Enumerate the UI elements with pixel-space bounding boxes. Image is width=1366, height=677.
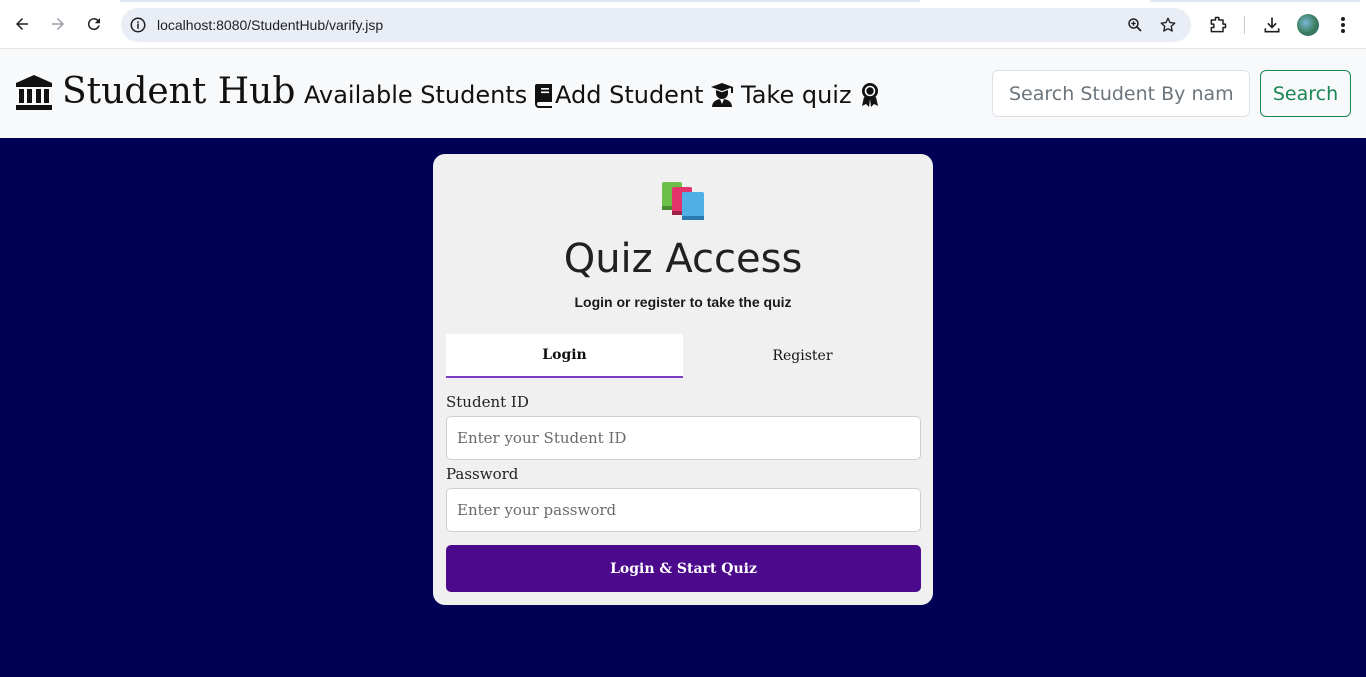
login-start-quiz-button[interactable]: Login & Start Quiz: [446, 545, 921, 592]
tab-register[interactable]: Register: [684, 334, 921, 378]
password-field[interactable]: [446, 488, 921, 532]
tab-login[interactable]: Login: [446, 334, 683, 378]
download-icon[interactable]: [1262, 15, 1282, 35]
bookmark-star-icon[interactable]: [1159, 16, 1177, 34]
nav-link-label: Take quiz: [741, 81, 852, 109]
browser-toolbar: localhost:8080/StudentHub/varify.jsp: [0, 0, 1366, 49]
url-text[interactable]: localhost:8080/StudentHub/varify.jsp: [157, 17, 383, 33]
tab-strip-edge: [1150, 0, 1360, 2]
password-label: Password: [446, 465, 519, 483]
zoom-icon[interactable]: [1126, 16, 1144, 34]
auth-tabs: Login Register: [446, 334, 921, 378]
extensions-icon[interactable]: [1208, 15, 1228, 35]
books-icon: [662, 182, 704, 220]
nav-link-label: Available Students: [304, 81, 528, 109]
award-icon: [861, 83, 878, 107]
kebab-menu-icon[interactable]: [1336, 15, 1350, 35]
card-title: Quiz Access: [563, 236, 803, 282]
search-input[interactable]: [992, 70, 1250, 117]
tab-strip-edge: [120, 0, 920, 2]
site-info-icon[interactable]: [129, 16, 147, 34]
book-icon: [535, 84, 553, 108]
app-navbar: Student Hub Available Students Add Stude…: [0, 49, 1366, 138]
reload-icon: [87, 18, 100, 31]
arrow-right-icon: [52, 18, 64, 30]
forward-button[interactable]: [46, 12, 70, 36]
student-id-label: Student ID: [446, 393, 529, 411]
bank-icon: [16, 74, 52, 110]
student-id-field[interactable]: [446, 416, 921, 460]
arrow-left-icon: [16, 18, 28, 30]
nav-available-students[interactable]: Available Students: [304, 81, 557, 109]
search-button[interactable]: Search: [1260, 70, 1351, 117]
nav-take-quiz[interactable]: Take quiz: [741, 81, 882, 109]
toolbar-divider: [1244, 16, 1245, 34]
brand-title: Student Hub: [62, 71, 296, 112]
brand-link[interactable]: Student Hub: [14, 71, 295, 112]
profile-avatar[interactable]: [1297, 14, 1319, 36]
graduate-icon: [710, 83, 733, 107]
reload-button[interactable]: [82, 12, 106, 36]
nav-add-student[interactable]: Add Student: [555, 81, 734, 109]
quiz-access-card: Quiz Access Login or register to take th…: [433, 154, 933, 605]
address-bar[interactable]: localhost:8080/StudentHub/varify.jsp: [121, 8, 1191, 42]
back-button[interactable]: [10, 12, 34, 36]
card-subtitle: Login or register to take the quiz: [574, 294, 792, 310]
nav-link-label: Add Student: [555, 81, 704, 109]
